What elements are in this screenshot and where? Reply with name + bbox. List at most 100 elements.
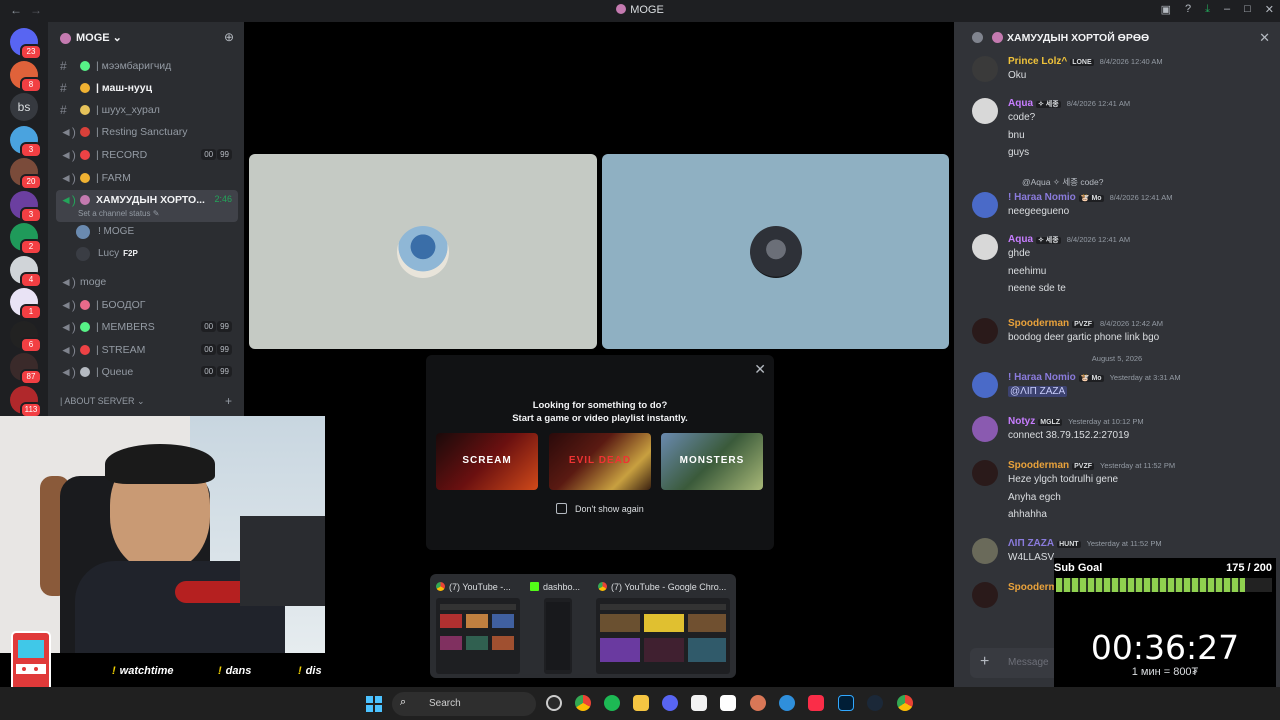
chrome-icon[interactable] xyxy=(897,695,913,711)
invite-people-icon[interactable]: ⊕ xyxy=(224,30,234,44)
message-author[interactable]: Spooderman PVZF 8/4/2026 12:42 AM xyxy=(1008,318,1163,329)
channel-item[interactable]: ◄) | Resting Sanctuary xyxy=(56,122,238,142)
message-author[interactable]: ΛIΠ ZAZA HUNT Yesterday at 11:52 PM xyxy=(1008,538,1162,549)
avatar[interactable] xyxy=(972,98,998,124)
close-icon[interactable]: ✕ xyxy=(1259,30,1270,46)
file-explorer-icon[interactable] xyxy=(633,695,649,711)
channel-name: | RECORD xyxy=(96,149,148,161)
avatar[interactable] xyxy=(972,416,998,442)
server-header[interactable]: MOGE ⌄ ⊕ xyxy=(48,22,244,54)
avatar[interactable] xyxy=(972,460,998,486)
channel-item[interactable]: ◄) | RECORD 00 99 xyxy=(56,145,238,165)
channel-emoji-icon xyxy=(80,195,90,205)
channel-status[interactable]: Set a channel status ✎ xyxy=(78,209,159,218)
tab-thumbnail[interactable] xyxy=(436,598,520,674)
tab-thumbnail[interactable] xyxy=(596,598,730,674)
channel-item[interactable]: # | мээмбаригчид xyxy=(56,56,238,76)
download-icon[interactable]: ⤓ xyxy=(1205,3,1210,16)
channel-item[interactable]: ◄) | FARM xyxy=(56,168,238,188)
author-name: ΛIΠ ZAZA xyxy=(1008,538,1055,549)
avatar[interactable] xyxy=(972,582,998,608)
close-icon[interactable]: ✕ xyxy=(754,361,766,378)
server-icon[interactable]: bs xyxy=(10,93,38,121)
channel-name: | Resting Sanctuary xyxy=(96,126,188,138)
taskbar-search[interactable]: ⌕ Search xyxy=(392,692,536,716)
create-channel-icon[interactable]: + xyxy=(225,394,232,408)
music-icon[interactable] xyxy=(808,695,824,711)
server-icon[interactable]: 2 xyxy=(10,223,42,255)
server-icon[interactable]: 20 xyxy=(10,158,42,190)
avatar[interactable] xyxy=(972,372,998,398)
server-icon[interactable]: 3 xyxy=(10,190,42,223)
count-value: 99 xyxy=(217,149,232,160)
channel-sidebar: MOGE ⌄ ⊕ # | мээмбаригчид # | маш-нууц # | шу… xyxy=(48,22,244,420)
message-author[interactable]: Spooderman PVZF Yesterday at 11:52 PM xyxy=(1008,460,1175,471)
user-tile-lucy[interactable] xyxy=(602,154,949,349)
tab-dashboard[interactable]: dashbo... xyxy=(530,582,580,592)
reply-preview[interactable]: @Aqua ✧ 세종 code? xyxy=(1022,176,1104,188)
spotify-icon[interactable] xyxy=(604,695,620,711)
server-icon[interactable]: 4 xyxy=(10,255,42,288)
message-author[interactable]: Notyz MGLZ Yesterday at 10:12 PM xyxy=(1008,416,1144,427)
capcut-icon[interactable] xyxy=(691,695,707,711)
activity-card-scream[interactable]: SCREAM xyxy=(436,433,538,490)
minimize-icon[interactable]: – xyxy=(1224,3,1230,16)
avatar[interactable] xyxy=(972,56,998,82)
speaker-icon: ◄) xyxy=(60,171,76,185)
message-author[interactable]: ! Haraa Nomio 🐮 Mo Yesterday at 3:31 AM xyxy=(1008,372,1181,383)
mention-badge: 23 xyxy=(20,44,42,60)
help-icon[interactable]: ? xyxy=(1185,3,1191,16)
avatar[interactable] xyxy=(972,192,998,218)
steam-icon[interactable] xyxy=(867,695,883,711)
activity-card-monsters[interactable]: MONSTERS xyxy=(661,433,763,490)
message-author[interactable]: ! Haraa Nomio 🐮 Mo 8/4/2026 12:41 AM xyxy=(1008,192,1173,203)
tab-youtube-2[interactable]: (7) YouTube - Google Chro... xyxy=(598,582,726,592)
channel-item[interactable]: ◄) | STREAM 00 99 xyxy=(56,340,238,360)
server-icon[interactable]: 6 xyxy=(10,320,42,353)
claude-icon[interactable] xyxy=(750,695,766,711)
notion-icon[interactable] xyxy=(720,695,736,711)
username: Lucy xyxy=(98,248,120,259)
server-icon[interactable]: 23 xyxy=(10,28,42,60)
server-icon[interactable]: 8 xyxy=(10,60,42,93)
server-icon[interactable]: 1 xyxy=(10,288,42,320)
count-value: 00 xyxy=(201,366,217,377)
server-icon[interactable]: 3 xyxy=(10,125,42,158)
message-author[interactable]: Aqua ✧ 세종 8/4/2026 12:41 AM xyxy=(1008,234,1130,245)
obs-icon[interactable] xyxy=(546,695,562,711)
windows-start-icon[interactable] xyxy=(366,696,382,712)
avatar[interactable] xyxy=(972,234,998,260)
user-tile-moge[interactable] xyxy=(249,154,597,349)
channel-item[interactable]: # | шуух_хурал xyxy=(56,100,238,120)
photoshop-icon[interactable] xyxy=(838,695,854,711)
channel-item[interactable]: ◄) moge xyxy=(56,272,238,292)
discord-icon[interactable] xyxy=(662,695,678,711)
tab-youtube-1[interactable]: (7) YouTube -... xyxy=(436,582,511,592)
category-about-server[interactable]: | ABOUT SERVER ⌄ xyxy=(60,396,145,407)
copilot-icon[interactable] xyxy=(779,695,795,711)
server-icon[interactable]: 113 xyxy=(10,385,42,418)
channel-item[interactable]: ◄) | Queue 00 99 xyxy=(56,362,238,382)
ticker-item: ! dans xyxy=(218,665,252,677)
date-separator: August 5, 2026 xyxy=(1091,354,1143,363)
close-window-icon[interactable]: ✕ xyxy=(1265,3,1274,16)
channel-item[interactable]: # | маш-нууц xyxy=(56,78,238,98)
maximize-icon[interactable]: □ xyxy=(1244,3,1251,16)
message-input[interactable]: Message xyxy=(1008,657,1049,668)
message-author[interactable]: Prince Lolz^ LONE 8/4/2026 12:40 AM xyxy=(1008,56,1163,67)
chrome-icon[interactable] xyxy=(575,695,591,711)
channel-item[interactable]: ◄) ХАМУУДЫН ХОРТО... 2:46 Set a channel sta… xyxy=(56,190,238,222)
stream-timer: 00:36:27 xyxy=(1090,628,1240,667)
channel-item[interactable]: ◄) | БООДОГ xyxy=(56,295,238,315)
attach-plus-icon[interactable]: + xyxy=(980,653,989,671)
server-icon[interactable]: 87 xyxy=(10,353,42,385)
taskbar: ⌕ Search xyxy=(0,687,1280,720)
activity-card-evil-dead[interactable]: EVIL DEAD xyxy=(549,433,651,490)
dont-show-again-checkbox[interactable]: Don't show again xyxy=(556,503,644,514)
avatar[interactable] xyxy=(972,538,998,564)
message-author[interactable]: Aqua ✧ 세종 8/4/2026 12:41 AM xyxy=(1008,98,1130,109)
tab-thumbnail[interactable] xyxy=(544,598,572,674)
inbox-icon[interactable]: ▣ xyxy=(1161,3,1171,16)
channel-item[interactable]: ◄) | MEMBERS 00 99 xyxy=(56,317,238,337)
avatar[interactable] xyxy=(972,318,998,344)
